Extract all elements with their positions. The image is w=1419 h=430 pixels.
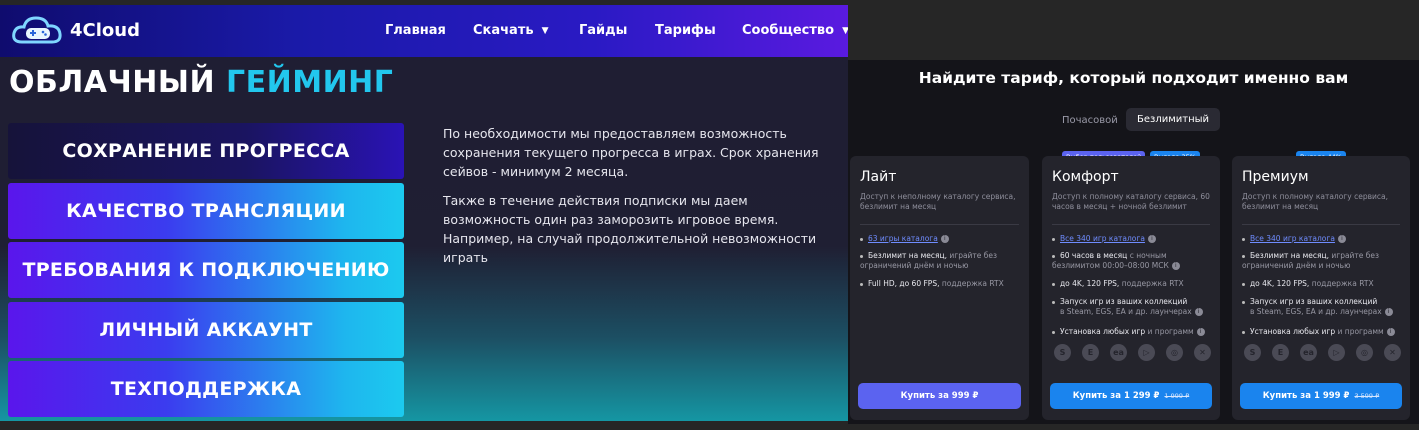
faq-section: 4Cloud Главная Скачать ▼ Гайды Тарифы Соо… [0,5,848,421]
title-white: ОБЛАЧНЫЙ [9,65,216,100]
top-navigation: 4Cloud Главная Скачать ▼ Гайды Тарифы Соо… [0,5,848,57]
plan-card-premium: Премиум Доступ к полному каталогу сервис… [1232,156,1410,420]
steam-icon: S [1244,344,1261,361]
ubisoft-icon: ◎ [1356,344,1373,361]
nav-home-label: Главная [385,23,446,38]
logo[interactable]: 4Cloud [12,15,140,45]
epic-games-icon: E [1082,344,1099,361]
info-icon[interactable]: i [1196,328,1205,336]
pricing-section: Найдите тариф, который подходит именно в… [848,60,1419,424]
plan-name: Комфорт [1052,169,1119,185]
plan-feature: Запуск игр из ваших коллекций в Steam, EG… [1242,297,1393,317]
buy-button-lite[interactable]: Купить за 999 ₽ [858,383,1021,409]
plan-feature: Full HD, до 60 FPS, поддержка RTX [860,279,1004,289]
info-icon[interactable]: i [1147,235,1156,243]
buy-button-label: Купить за 1 299 ₽ [1072,391,1160,401]
plan-card-lite: Лайт Доступ к неполному каталогу сервиса… [850,156,1029,420]
steam-icon: S [1054,344,1071,361]
plan-feature: 60 часов в месяц с ночным безлимитом 00:… [1052,251,1212,271]
title-accent: ГЕЙМИНГ [226,65,394,100]
plan-description: Доступ к полному каталогу сервиса, 60 ча… [1052,192,1210,211]
menu-item-label: ЛИЧНЫЙ АККАУНТ [99,319,313,341]
nav-tariffs[interactable]: Тарифы [655,23,716,38]
nav-tariffs-label: Тарифы [655,23,716,38]
divider [860,224,1019,225]
info-icon[interactable]: i [940,235,949,243]
divider [1242,224,1400,225]
logo-text: 4Cloud [70,19,140,41]
old-price: 1 999 ₽ [1164,392,1190,400]
info-icon[interactable]: i [1171,262,1180,270]
plan-feature: Установка любых игр и программ i [1242,327,1395,337]
info-icon[interactable]: i [1384,308,1393,316]
tab-hourly[interactable]: Почасовой [1062,115,1118,126]
menu-item-progress[interactable]: СОХРАНЕНИЕ ПРОГРЕССА [8,123,404,179]
catalog-link[interactable]: 63 игры каталога [868,234,938,243]
content-paragraph-2: Также в течение действия подписки мы дае… [443,193,817,265]
catalog-link[interactable]: Все 340 игр каталога [1250,234,1335,243]
nav-community-label: Сообщество [742,23,835,38]
plan-feature: 63 игры каталога i [860,234,949,244]
google-play-icon: ▷ [1328,344,1345,361]
plan-card-comfort: Комфорт Доступ к полному каталогу сервис… [1042,156,1220,420]
plan-feature: Установка любых игр и программ i [1052,327,1205,337]
catalog-link[interactable]: Все 340 игр каталога [1060,234,1145,243]
menu-item-account[interactable]: ЛИЧНЫЙ АККАУНТ [8,302,404,358]
buy-button-premium[interactable]: Купить за 1 999 ₽ 3 599 ₽ [1240,383,1402,409]
plan-feature: до 4K, 120 FPS, поддержка RTX [1052,279,1184,289]
plan-description: Доступ к неполному каталогу сервиса, без… [860,192,1016,211]
ea-icon: ea [1300,344,1317,361]
menu-item-label: ТЕХПОДДЕРЖКА [110,378,302,400]
epic-games-icon: E [1272,344,1289,361]
plan-feature: Безлимит на месяц, играйте без ограничен… [1242,251,1380,270]
buy-button-comfort[interactable]: Купить за 1 299 ₽ 1 999 ₽ [1050,383,1212,409]
buy-button-label: Купить за 999 ₽ [900,391,979,401]
chevron-down-icon: ▼ [541,25,549,36]
plan-name: Премиум [1242,169,1309,185]
plan-description: Доступ к полному каталогу сервиса, безли… [1242,192,1388,211]
menu-item-support[interactable]: ТЕХПОДДЕРЖКА [8,361,404,417]
plan-feature: Запуск игр из ваших коллекций в Steam, EG… [1052,297,1203,317]
menu-item-label: КАЧЕСТВО ТРАНСЛЯЦИИ [66,200,346,222]
chevron-down-icon: ▼ [842,25,848,36]
ubisoft-icon: ◎ [1166,344,1183,361]
plan-feature: Все 340 игр каталога i [1052,234,1156,244]
pricing-title: Найдите тариф, который подходит именно в… [918,69,1349,87]
ea-icon: ea [1110,344,1127,361]
info-icon[interactable]: i [1337,235,1346,243]
info-icon[interactable]: i [1194,308,1203,316]
plan-name: Лайт [860,169,897,185]
nav-community[interactable]: Сообщество ▼ [742,23,848,38]
tab-unlimited[interactable]: Безлимитный [1126,108,1221,131]
google-play-icon: ▷ [1138,344,1155,361]
cloud-gamepad-icon [12,16,62,44]
page-title: ОБЛАЧНЫЙ ГЕЙМИНГ [9,65,393,100]
xbox-icon: ✕ [1384,344,1401,361]
menu-item-label: СОХРАНЕНИЕ ПРОГРЕССА [62,140,350,162]
nav-download-label: Скачать [473,23,534,38]
divider [1052,224,1210,225]
menu-item-label: ТРЕБОВАНИЯ К ПОДКЛЮЧЕНИЮ [22,259,390,281]
plan-feature: Безлимит на месяц, играйте без ограничен… [860,251,998,270]
nav-guides-label: Гайды [579,23,628,38]
launcher-icons: S E ea ▷ ◎ ✕ [1054,344,1211,361]
plan-feature: Все 340 игр каталога i [1242,234,1346,244]
xbox-icon: ✕ [1194,344,1211,361]
info-icon[interactable]: i [1386,328,1395,336]
nav-download[interactable]: Скачать ▼ [473,23,549,38]
launcher-icons: S E ea ▷ ◎ ✕ [1244,344,1401,361]
nav-guides[interactable]: Гайды [579,23,627,38]
buy-button-label: Купить за 1 999 ₽ [1262,391,1350,401]
menu-item-connection[interactable]: ТРЕБОВАНИЯ К ПОДКЛЮЧЕНИЮ [8,242,404,298]
old-price: 3 599 ₽ [1354,392,1380,400]
content-paragraph-1: По необходимости мы предоставляем возмож… [443,126,819,179]
nav-home[interactable]: Главная [385,23,446,38]
menu-item-stream-quality[interactable]: КАЧЕСТВО ТРАНСЛЯЦИИ [8,183,404,239]
plan-feature: до 4K, 120 FPS, поддержка RTX [1242,279,1374,289]
